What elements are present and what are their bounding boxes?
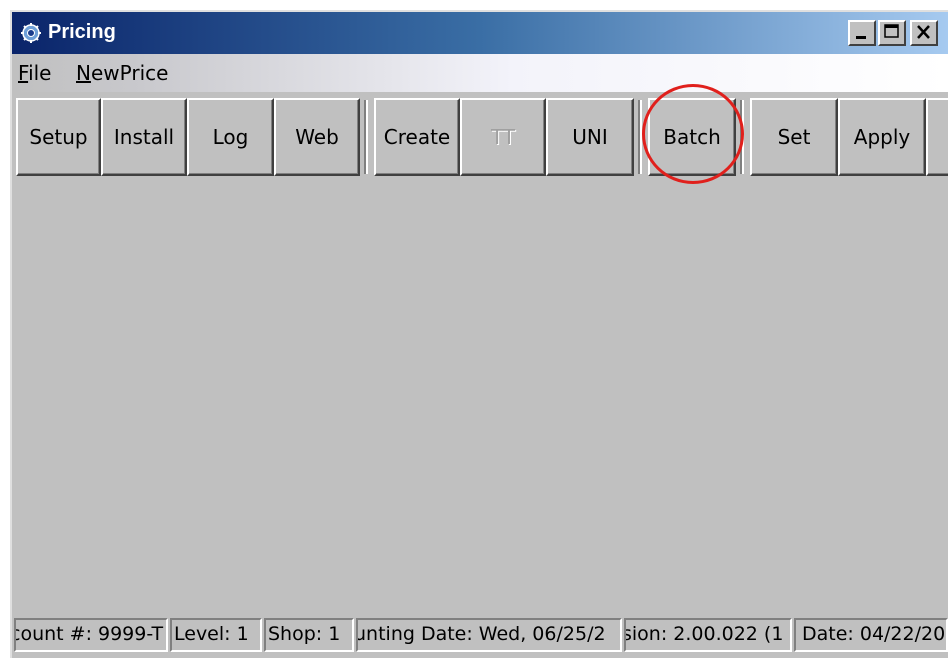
- log-button[interactable]: Log: [187, 98, 274, 176]
- log-label: Log: [212, 125, 249, 149]
- status-version: sion: 2.00.022 (1: [624, 618, 792, 652]
- create-button[interactable]: Create: [374, 98, 460, 176]
- menu-file-mnemonic: F: [18, 61, 29, 85]
- status-version-text: sion: 2.00.022 (1: [624, 623, 784, 645]
- menu-newprice[interactable]: NewPrice: [76, 61, 168, 85]
- minimize-button[interactable]: [848, 20, 876, 46]
- batch-highlight-circle: [642, 84, 744, 184]
- toolbar: Setup Install Log Web Create TT UNI Batc…: [12, 92, 948, 188]
- install-label: Install: [113, 125, 175, 149]
- status-account: count #: 9999-T: [14, 618, 168, 652]
- web-button[interactable]: Web: [274, 98, 360, 176]
- menu-file-rest: ile: [28, 61, 52, 85]
- status-accounting-date-text: unting Date: Wed, 06/25/2: [356, 623, 606, 645]
- menu-newprice-mnemonic: N: [76, 61, 91, 85]
- gear-globe-icon[interactable]: [20, 22, 42, 44]
- tt-button[interactable]: TT: [460, 98, 546, 176]
- menu-newprice-rest: ewPrice: [90, 61, 169, 85]
- toolbar-separator: [364, 100, 368, 174]
- maximize-button[interactable]: [878, 20, 906, 46]
- web-label: Web: [295, 125, 339, 149]
- menu-bar: File NewPrice: [12, 54, 948, 92]
- status-shop: Shop: 1: [264, 618, 354, 652]
- window-title: Pricing: [48, 21, 116, 43]
- create-label: Create: [383, 125, 451, 149]
- status-account-text: count #: 9999-T: [14, 623, 164, 645]
- status-level-text: Level: 1: [174, 623, 249, 645]
- status-accounting-date: unting Date: Wed, 06/25/2: [356, 618, 622, 652]
- apply-label: Apply: [853, 125, 911, 149]
- uni-label: UNI: [572, 125, 608, 149]
- close-button[interactable]: [910, 20, 938, 46]
- status-release-date-text: Date: 04/22/20: [802, 623, 946, 645]
- apply-button[interactable]: Apply: [838, 98, 926, 176]
- uni-button[interactable]: UNI: [546, 98, 634, 176]
- main-content-area: [12, 188, 948, 610]
- close-icon: [917, 25, 930, 39]
- maximize-icon: [884, 24, 899, 38]
- install-button[interactable]: Install: [101, 98, 187, 176]
- title-bar[interactable]: Pricing: [12, 12, 948, 54]
- minimize-icon: [856, 36, 866, 39]
- set-label: Set: [777, 125, 811, 149]
- menu-file[interactable]: File: [18, 61, 51, 85]
- setup-label: Setup: [29, 125, 88, 149]
- status-level: Level: 1: [170, 618, 262, 652]
- setup-button[interactable]: Setup: [16, 98, 101, 176]
- set-button[interactable]: Set: [750, 98, 838, 176]
- status-bar: count #: 9999-T Level: 1 Shop: 1 unting …: [12, 610, 948, 658]
- status-release-date: Date: 04/22/20: [794, 618, 948, 652]
- tt-label: TT: [490, 125, 516, 149]
- status-shop-text: Shop: 1: [268, 623, 341, 645]
- toolbar-overflow-button[interactable]: [926, 98, 948, 176]
- pricing-window: Pricing File NewPrice Setup Install Log …: [10, 10, 948, 658]
